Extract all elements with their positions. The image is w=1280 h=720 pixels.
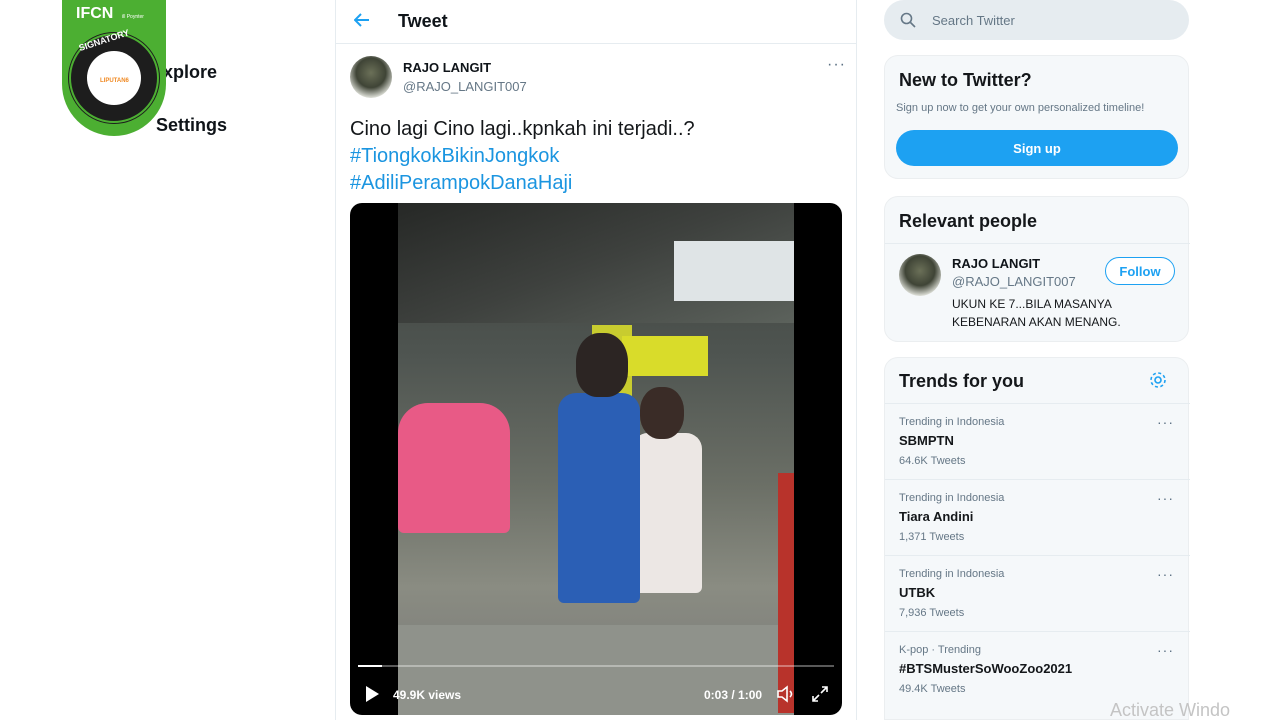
signup-button[interactable]: Sign up (896, 130, 1178, 166)
trend-context: Trending in Indonesia (899, 416, 1005, 428)
activate-windows-watermark: Activate Windo (1110, 700, 1231, 720)
page: xplore Settings IFCN ill Poynter SIGNATO… (0, 0, 1280, 720)
trend-context: Trending in Indonesia (899, 568, 1005, 580)
video-frame (398, 203, 794, 715)
play-icon[interactable] (366, 686, 379, 702)
page-title: Tweet (398, 11, 448, 31)
trend-name: #BTSMusterSoWooZoo2021 (899, 661, 1073, 676)
tweet-column: Tweet RAJO LANGIT @RAJO_LANGIT007 ··· Ci… (335, 0, 857, 720)
video-views: 49.9K views (393, 688, 462, 702)
search-input[interactable] (932, 12, 1172, 28)
person-handle[interactable]: @RAJO_LANGIT007 (952, 274, 1076, 289)
badge-logo-text: LIPUTAN6 (100, 78, 130, 84)
divider (885, 243, 1190, 244)
avatar[interactable] (899, 254, 941, 296)
author-name[interactable]: RAJO LANGIT (403, 60, 491, 75)
search-bar[interactable] (884, 0, 1189, 40)
left-nav: xplore Settings IFCN ill Poynter SIGNATO… (0, 0, 330, 720)
trend-item[interactable]: Trending in Indonesia Tiara Andini 1,371… (885, 479, 1190, 555)
trend-context: Trending in Indonesia (899, 492, 1005, 504)
badge-top-text: IFCN (76, 5, 113, 22)
more-icon[interactable]: ··· (827, 56, 846, 74)
tweet-text: Cino lagi Cino lagi..kpnkah ini terjadi.… (350, 118, 695, 140)
trend-count: 49.4K Tweets (899, 683, 966, 695)
more-icon[interactable]: ··· (1157, 414, 1174, 430)
video-controls: 49.9K views 0:03 / 1:00 (350, 675, 842, 715)
person-name[interactable]: RAJO LANGIT (952, 256, 1040, 271)
trend-item[interactable]: Trending in Indonesia UTBK 7,936 Tweets … (885, 555, 1190, 631)
person-bio: UKUN KE 7...BILA MASANYA KEBENARAN AKAN … (952, 297, 1121, 329)
card-title: Relevant people (899, 211, 1038, 231)
gear-icon[interactable] (1148, 370, 1168, 390)
trend-name: Tiara Andini (899, 509, 974, 524)
arrow-left-icon[interactable] (353, 11, 398, 32)
more-icon[interactable]: ··· (1157, 490, 1174, 506)
more-icon[interactable]: ··· (1157, 642, 1174, 658)
trend-item[interactable]: Trending in Indonesia SBMPTN 64.6K Tweet… (885, 403, 1190, 479)
video-timecode: 0:03 / 1:00 (704, 688, 763, 702)
tweet-header: Tweet (336, 0, 856, 44)
nav-explore[interactable]: xplore (163, 62, 217, 83)
card-title: Trends for you (899, 371, 1025, 391)
tweet-body: Cino lagi Cino lagi..kpnkah ini terjadi.… (350, 116, 695, 197)
author-handle[interactable]: @RAJO_LANGIT007 (403, 79, 527, 94)
avatar[interactable] (350, 56, 392, 98)
badge-small-text: ill Poynter (122, 14, 144, 20)
card-title: New to Twitter? (899, 70, 1032, 90)
trends-card: Trends for you Trending in Indonesia SBM… (884, 357, 1190, 720)
relevant-people-card: Relevant people RAJO LANGIT @RAJO_LANGIT… (884, 196, 1190, 342)
trend-count: 7,936 Tweets (899, 607, 965, 619)
trend-count: 1,371 Tweets (899, 531, 965, 543)
trend-name: SBMPTN (899, 433, 954, 448)
follow-button[interactable]: Follow (1105, 257, 1175, 285)
hashtag-link[interactable]: #AdiliPerampokDanaHaji (350, 170, 695, 197)
new-to-twitter-card: New to Twitter? Sign up now to get your … (884, 55, 1189, 179)
ifcn-signatory-badge: IFCN ill Poynter SIGNATORY LIPUTAN6 (62, 0, 166, 136)
search-icon (900, 12, 916, 28)
trend-item[interactable]: K-pop · Trending #BTSMusterSoWooZoo2021 … (885, 631, 1190, 707)
tweet-author: RAJO LANGIT @RAJO_LANGIT007 ··· (350, 56, 846, 102)
fullscreen-icon[interactable] (811, 685, 829, 703)
video-progress-bar[interactable] (358, 665, 834, 667)
video-player[interactable]: 49.9K views 0:03 / 1:00 (350, 203, 842, 715)
trend-name: UTBK (899, 585, 936, 600)
trend-context: K-pop · Trending (899, 644, 981, 656)
volume-icon[interactable] (776, 685, 796, 703)
hashtag-link[interactable]: #TiongkokBikinJongkok (350, 143, 695, 170)
more-icon[interactable]: ··· (1157, 566, 1174, 582)
signup-subtitle: Sign up now to get your own personalized… (896, 102, 1145, 114)
trend-count: 64.6K Tweets (899, 455, 966, 467)
video-progress-fill (358, 665, 382, 667)
